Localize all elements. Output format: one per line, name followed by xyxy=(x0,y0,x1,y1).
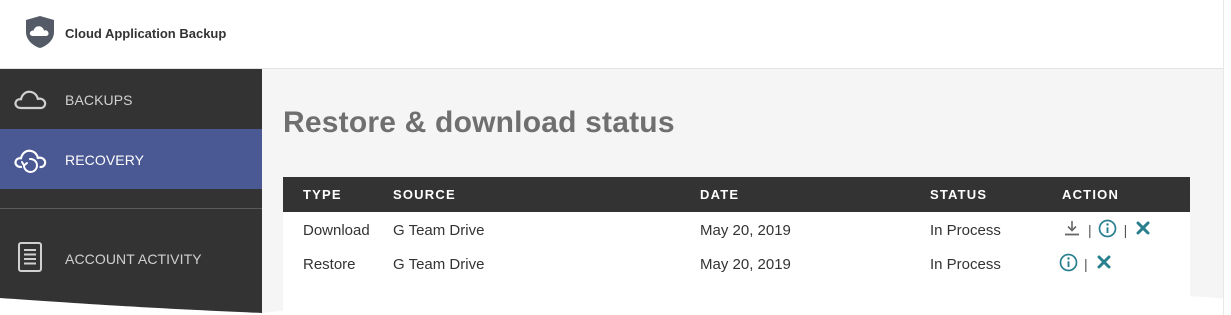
cell-source: G Team Drive xyxy=(393,256,485,273)
action-separator: | xyxy=(1123,222,1128,238)
sidebar: BACKUPS RECOVERY ACCOUNT ACTIVITY xyxy=(0,69,262,315)
column-header-action: ACTION xyxy=(1062,187,1120,202)
close-icon xyxy=(1136,221,1150,235)
sidebar-item-label: RECOVERY xyxy=(65,152,145,168)
info-button[interactable] xyxy=(1098,218,1118,238)
close-icon xyxy=(1097,255,1111,269)
page-title: Restore & download status xyxy=(283,106,675,139)
shield-cloud-logo-icon[interactable] xyxy=(24,15,56,49)
cell-date: May 20, 2019 xyxy=(700,256,791,273)
cell-date: May 20, 2019 xyxy=(700,222,791,239)
row-actions: | | xyxy=(1062,218,1153,238)
cancel-button[interactable] xyxy=(1133,218,1153,238)
cell-status: In Process xyxy=(930,256,1001,273)
table-row: Download G Team Drive May 20, 2019 In Pr… xyxy=(283,212,1190,246)
cloud-icon xyxy=(14,90,47,110)
sidebar-item-recovery[interactable]: RECOVERY xyxy=(0,129,262,189)
status-table: TYPE SOURCE DATE STATUS ACTION Download … xyxy=(283,177,1190,315)
column-header-type[interactable]: TYPE xyxy=(303,187,342,202)
table-header: TYPE SOURCE DATE STATUS ACTION xyxy=(283,177,1190,212)
action-separator: | xyxy=(1084,256,1088,272)
sidebar-item-label: BACKUPS xyxy=(65,92,133,108)
sidebar-divider xyxy=(0,208,262,209)
column-header-status[interactable]: STATUS xyxy=(930,187,987,202)
cell-source: G Team Drive xyxy=(393,222,485,239)
sidebar-item-backups[interactable]: BACKUPS xyxy=(0,69,262,129)
document-list-icon xyxy=(18,242,42,272)
sidebar-item-account-activity[interactable]: ACCOUNT ACTIVITY xyxy=(0,229,262,289)
column-header-source[interactable]: SOURCE xyxy=(393,187,456,202)
app-header: Cloud Application Backup xyxy=(0,0,1223,69)
cloud-restore-icon xyxy=(14,149,47,173)
cell-type: Restore xyxy=(303,256,356,273)
download-button[interactable] xyxy=(1062,218,1082,238)
info-icon xyxy=(1059,253,1077,271)
sidebar-item-label: ACCOUNT ACTIVITY xyxy=(65,251,202,267)
cancel-button[interactable] xyxy=(1094,252,1114,272)
info-button[interactable] xyxy=(1058,252,1078,272)
app-title: Cloud Application Backup xyxy=(65,26,227,41)
info-icon xyxy=(1098,219,1117,237)
cell-type: Download xyxy=(303,222,370,239)
column-header-date[interactable]: DATE xyxy=(700,187,739,202)
main-content: Restore & download status TYPE SOURCE DA… xyxy=(262,69,1223,315)
scrollbar[interactable] xyxy=(1223,0,1231,315)
cell-status: In Process xyxy=(930,222,1001,239)
action-separator: | xyxy=(1088,222,1092,238)
row-actions: | xyxy=(1058,252,1114,272)
table-row: Restore G Team Drive May 20, 2019 In Pro… xyxy=(283,246,1190,280)
download-icon xyxy=(1065,221,1079,236)
